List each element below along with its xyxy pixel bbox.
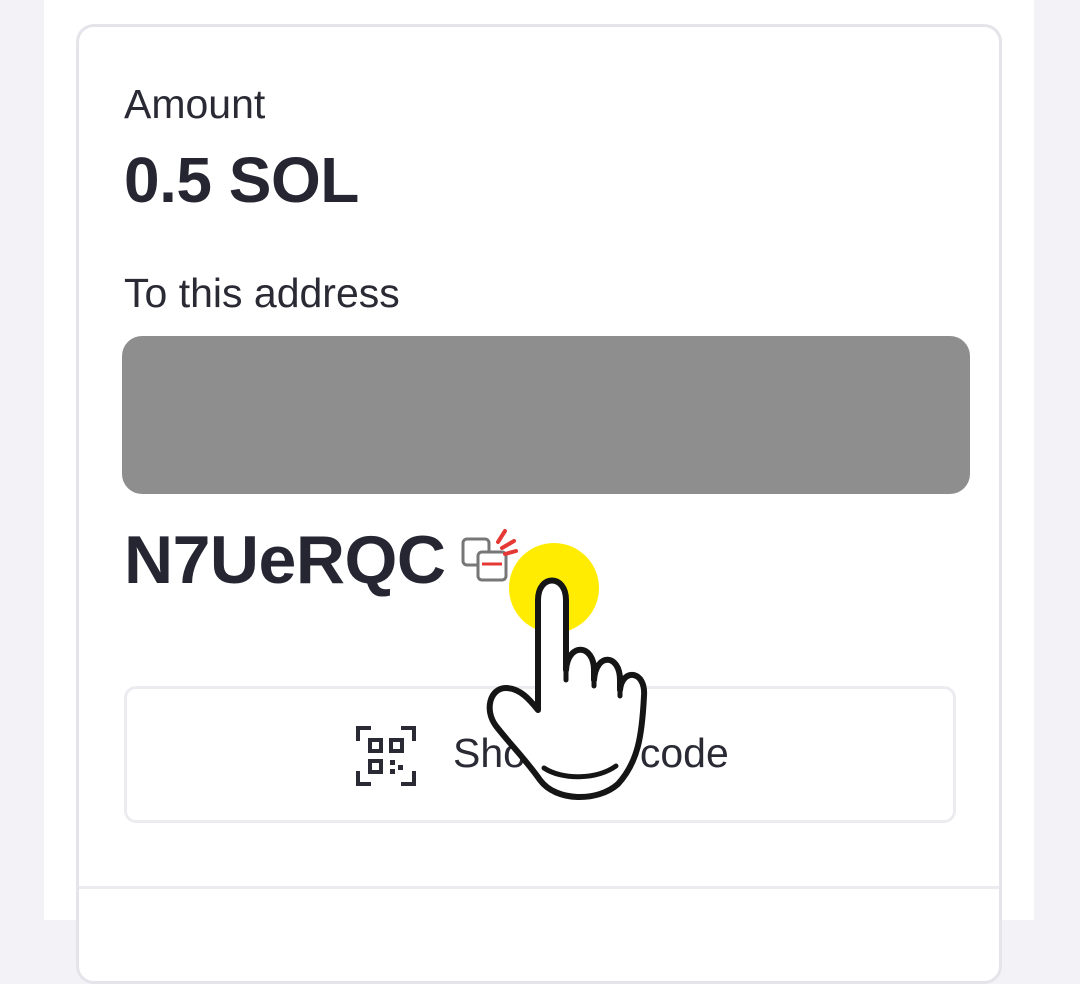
address-suffix: N7UeRQC bbox=[124, 522, 446, 598]
show-qr-code-button[interactable]: Show QR code bbox=[124, 686, 956, 823]
copy-icon bbox=[461, 529, 518, 582]
amount-value: 0.5 SOL bbox=[124, 144, 359, 216]
qr-code-icon bbox=[356, 726, 416, 786]
section-divider bbox=[79, 886, 999, 889]
amount-label: Amount bbox=[124, 81, 266, 127]
address-label: To this address bbox=[124, 270, 400, 316]
qr-button-label: Show QR code bbox=[453, 730, 729, 776]
copy-address-button[interactable] bbox=[458, 528, 522, 586]
redacted-address-block bbox=[122, 336, 970, 494]
